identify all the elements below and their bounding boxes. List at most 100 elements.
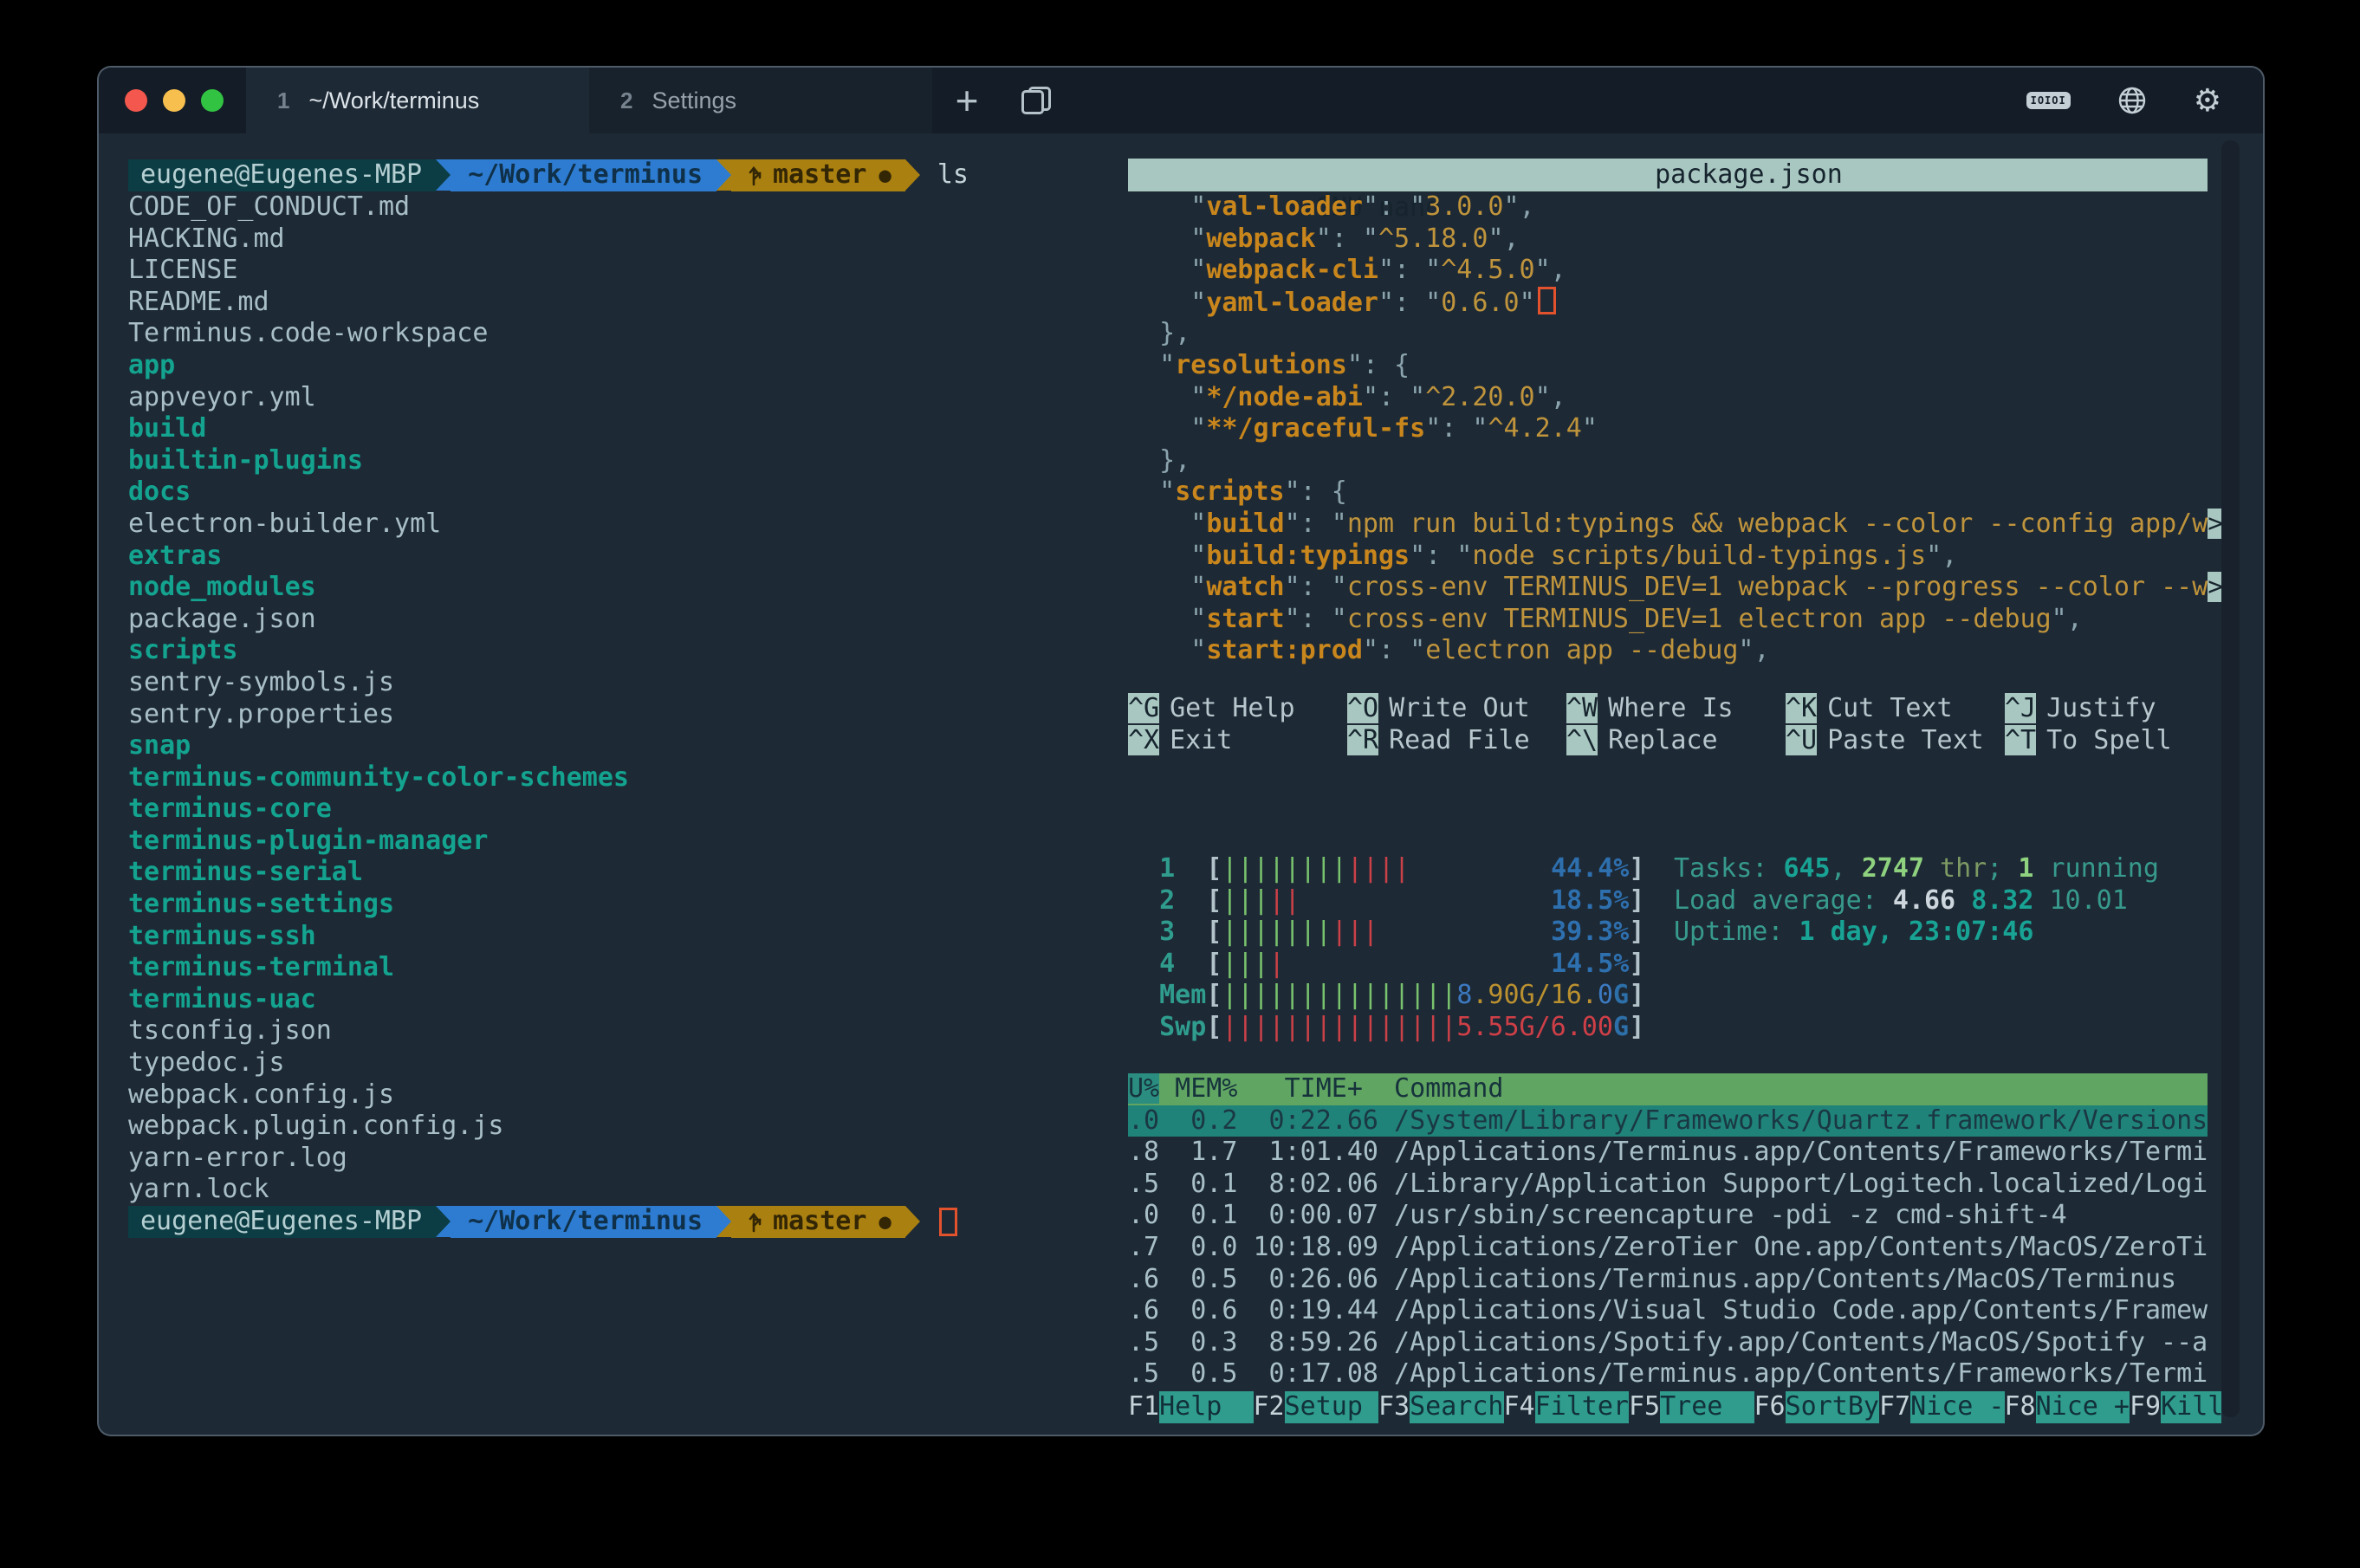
prompt-user-segment: eugene@Eugenes-MBP [128,159,436,191]
gear-icon[interactable]: ⚙ [2194,83,2221,119]
file-item: sentry.properties [128,699,1118,731]
nano-line: "webpack-cli": "^4.5.0", [1128,255,2218,287]
prompt-branch-segment: master ● [731,159,905,191]
nano-shortcut: ^XExit [1128,725,1347,757]
process-row: .5 0.5 0:17.08 /Applications/Terminus.ap… [1128,1358,2208,1390]
file-item: package.json [128,604,1118,636]
git-dirty-icon: ● [879,159,891,191]
mem-meter: Mem[|||||||||||||||8.90G/16.0G] [1128,980,1644,1012]
load-average: Load average: 4.66 8.32 10.01 [1674,885,2159,917]
powerline-arrow-icon [436,1206,451,1237]
git-branch-icon [747,1211,764,1234]
desktop-background: 1 ~/Work/terminus 2 Settings + IOIOI [0,0,2360,1568]
process-row: .0 0.2 0:22.66 /System/Library/Framework… [1128,1105,2208,1137]
file-item: electron-builder.yml [128,509,1118,541]
scrollbar-track[interactable] [2221,140,2240,1417]
git-dirty-icon: ● [879,1206,891,1238]
file-item: extras [128,541,1118,573]
nano-editor[interactable]: "val-loader": "3.0.0", "webpack": "^5.18… [1128,191,2218,667]
nano-line: "yaml-loader": "0.6.0" [1128,287,2218,319]
nano-line: "watch": "cross-env TERMINUS_DEV=1 webpa… [1128,572,2218,604]
nano-filename: package.json [1655,159,1843,191]
traffic-lights [99,68,246,133]
file-item: README.md [128,287,1118,319]
file-item: CODE_OF_CONDUCT.md [128,191,1118,224]
duplicate-tab-button[interactable] [1002,68,1071,133]
uptime: Uptime: 1 day, 23:07:46 [1674,917,2159,949]
new-tab-button[interactable]: + [932,68,1002,133]
nano-shortcut-row: ^GGet Help^OWrite Out^WWhere Is^KCut Tex… [1128,693,2228,725]
prompt-line: eugene@Eugenes-MBP ~/Work/terminus [128,159,1118,191]
tab-work-terminus[interactable]: 1 ~/Work/terminus [246,68,589,133]
file-item: builtin-plugins [128,445,1118,477]
nano-cursor [1538,287,1556,314]
nano-line: "val-loader": "3.0.0", [1128,191,2218,224]
nano-line: "start:prod": "electron app --debug", [1128,635,2218,667]
file-item: yarn-error.log [128,1143,1118,1175]
nano-line: "*/node-abi": "^2.20.0", [1128,382,2218,414]
cpu-meter-3: 3 [||||||||||39.3%] [1128,917,1644,949]
process-row: .5 0.3 8:59.26 /Applications/Spotify.app… [1128,1327,2208,1359]
right-terminal-pane[interactable]: GNU nano 4.5 package.json "val-loader": … [1128,133,2228,1435]
powerline-arrow-icon [905,159,920,191]
file-item: app [128,350,1118,382]
file-item: typedoc.js [128,1047,1118,1079]
git-branch-icon [747,165,764,187]
fkey-f4: F4Filter [1504,1391,1630,1423]
htop-meters: 1 [||||||||||||44.4%] 2 [|||||18.5%] 3 [… [1128,853,1644,1044]
plus-icon: + [956,81,979,120]
zoom-button[interactable] [201,89,224,112]
nano-line: "start": "cross-env TERMINUS_DEV=1 elect… [1128,604,2218,636]
nano-shortcut: ^WWhere Is [1566,693,1786,725]
terminal-window: 1 ~/Work/terminus 2 Settings + IOIOI [97,66,2265,1436]
file-item: terminus-community-color-schemes [128,762,1118,794]
cpu-meter-2: 2 [|||||18.5%] [1128,885,1644,917]
nano-line: }, [1128,445,2218,477]
fkey-f9: F9Kill [2130,1391,2221,1423]
file-item: snap [128,730,1118,762]
prompt-path-segment: ~/Work/terminus [451,159,716,191]
minimize-button[interactable] [163,89,185,112]
file-item: tsconfig.json [128,1015,1118,1047]
file-item: terminus-uac [128,984,1118,1016]
close-button[interactable] [125,89,147,112]
prompt-line: eugene@Eugenes-MBP ~/Work/terminus [128,1206,1118,1238]
globe-icon[interactable] [2117,86,2147,115]
process-row: .5 0.1 8:02.06 /Library/Application Supp… [1128,1169,2208,1201]
process-table: .0 0.2 0:22.66 /System/Library/Framework… [1128,1105,2208,1390]
file-item: node_modules [128,572,1118,604]
fkey-f6: F6SortBy [1754,1391,1880,1423]
nano-line: "**/graceful-fs": "^4.2.4" [1128,413,2218,445]
powerline-arrow-icon [905,1206,920,1237]
titlebar-right-buttons: IOIOI ⚙ [2026,68,2263,133]
sort-column-header[interactable]: U% [1128,1073,1159,1104]
prompt-path-segment: ~/Work/terminus [451,1206,716,1238]
window-content: eugene@Eugenes-MBP ~/Work/terminus [99,133,2263,1435]
file-item: webpack.plugin.config.js [128,1111,1118,1143]
serial-ports-button[interactable]: IOIOI [2026,92,2071,109]
fkey-f3: F3Search [1378,1391,1504,1423]
file-list: CODE_OF_CONDUCT.mdHACKING.mdLICENSEREADM… [128,191,1118,1206]
tasks-summary: Tasks: 645, 2747 thr; 1 running [1674,853,2159,885]
process-table-header[interactable]: U% MEM% TIME+ Command [1128,1073,2208,1105]
tab-settings[interactable]: 2 Settings [589,68,932,133]
swp-meter: Swp[|||||||||||||||5.55G/6.00G] [1128,1012,1644,1044]
file-item: terminus-ssh [128,921,1118,953]
left-terminal-pane[interactable]: eugene@Eugenes-MBP ~/Work/terminus [99,133,1118,1435]
fkey-bar: F1Help F2Setup F3SearchF4FilterF5Tree F6… [1128,1391,2221,1423]
process-row: .6 0.5 0:26.06 /Applications/Terminus.ap… [1128,1264,2208,1296]
powerline-arrow-icon [716,1206,731,1237]
file-item: webpack.config.js [128,1079,1118,1111]
tab-title: Settings [652,87,736,114]
nano-line: "resolutions": { [1128,350,2218,382]
file-item: terminus-plugin-manager [128,826,1118,858]
nano-titlebar: GNU nano 4.5 package.json [1128,159,2208,191]
tab-number: 2 [620,87,632,114]
file-item: build [128,413,1118,445]
command-text: ls [920,159,969,191]
nano-shortcut-row: ^XExit^RRead File^\Replace^UPaste Text^T… [1128,725,2228,757]
file-item: docs [128,476,1118,509]
file-item: terminus-core [128,794,1118,826]
prompt-branch-segment: master ● [731,1206,905,1238]
powerline-arrow-icon [716,159,731,191]
